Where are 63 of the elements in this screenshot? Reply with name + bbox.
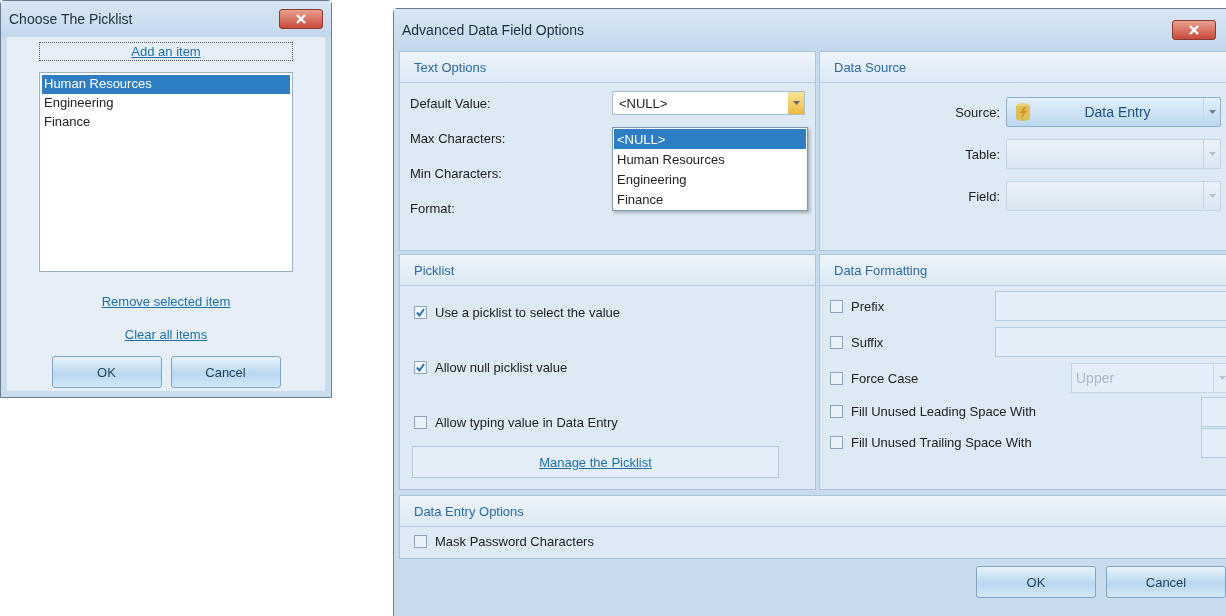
field-label: Field: <box>968 188 1000 204</box>
checkbox-label: Force Case <box>851 370 919 386</box>
source-dropdown[interactable]: Data Entry <box>1006 97 1221 127</box>
text-field[interactable] <box>995 291 1226 321</box>
list-item[interactable]: Human Resources <box>42 75 290 94</box>
field-label: Source: <box>955 104 1000 120</box>
caret-icon <box>1208 110 1216 114</box>
section-heading: Data Entry Options <box>400 496 1226 527</box>
checkbox-label: Fill Unused Trailing Space With <box>851 435 1032 450</box>
checkbox-label: Use a picklist to select the value <box>435 304 620 320</box>
section-heading: Data Formatting <box>820 255 1226 286</box>
cancel-button[interactable]: Cancel <box>1106 566 1226 598</box>
window-title: Choose The Picklist <box>9 11 133 27</box>
dropdown-option[interactable]: Human Resources <box>614 149 806 169</box>
checkbox-label: Prefix <box>851 298 885 314</box>
checkbox-label: Allow typing value in Data Entry <box>435 414 618 430</box>
database-icon <box>1014 102 1032 122</box>
section-heading: Text Options <box>400 52 815 83</box>
field-label: Table: <box>965 146 1000 162</box>
section-heading: Data Source <box>820 52 1226 83</box>
close-button[interactable] <box>279 9 323 29</box>
cancel-button[interactable]: Cancel <box>170 356 281 388</box>
manage-picklist-link[interactable]: Manage the Picklist <box>412 446 779 478</box>
caret-icon <box>1208 152 1216 156</box>
close-icon <box>295 14 307 24</box>
checkbox[interactable] <box>830 405 843 418</box>
list-item[interactable]: Finance <box>42 113 290 132</box>
field-label: Max Characters: <box>410 130 506 146</box>
checkbox[interactable] <box>830 335 843 349</box>
add-item-link[interactable]: Add an item <box>39 42 293 61</box>
window-title: Advanced Data Field Options <box>402 22 585 38</box>
checkbox[interactable] <box>414 415 427 429</box>
dropdown-option[interactable]: Finance <box>614 189 806 209</box>
close-icon <box>1188 25 1200 35</box>
dropdown-option[interactable]: <NULL> <box>614 129 806 149</box>
ok-button[interactable]: OK <box>51 356 162 388</box>
field-label: Min Characters: <box>410 165 502 181</box>
ok-button[interactable]: OK <box>976 566 1096 598</box>
text-field[interactable] <box>1201 427 1226 458</box>
close-button[interactable] <box>1172 20 1216 40</box>
section-heading: Picklist <box>400 255 815 286</box>
caret-icon <box>1208 194 1216 198</box>
dropdown-option[interactable]: Engineering <box>614 169 806 189</box>
field-label: Default Value: <box>410 95 492 111</box>
text-field[interactable] <box>995 327 1226 357</box>
field-label: Format: <box>410 200 455 216</box>
checkbox-label: Fill Unused Leading Space With <box>851 404 1036 419</box>
list-item[interactable]: Engineering <box>42 94 290 113</box>
checkbox-label: Suffix <box>851 334 884 350</box>
caret-icon <box>792 101 800 105</box>
clear-items-link[interactable]: Clear all items <box>124 327 208 342</box>
checkbox[interactable] <box>830 299 843 313</box>
checkbox[interactable] <box>414 360 427 374</box>
checkbox[interactable] <box>830 436 843 449</box>
remove-item-link[interactable]: Remove selected item <box>101 294 231 309</box>
text-field[interactable] <box>1201 396 1226 427</box>
checkbox-label: Allow null picklist value <box>435 359 568 375</box>
checkbox[interactable] <box>830 371 843 385</box>
checkbox[interactable] <box>414 534 427 548</box>
checkbox-label: Mask Password Characters <box>435 533 594 549</box>
default-value-dropdown[interactable]: <NULL> <box>612 91 805 115</box>
caret-icon <box>1218 376 1226 380</box>
checkbox[interactable] <box>414 305 427 319</box>
